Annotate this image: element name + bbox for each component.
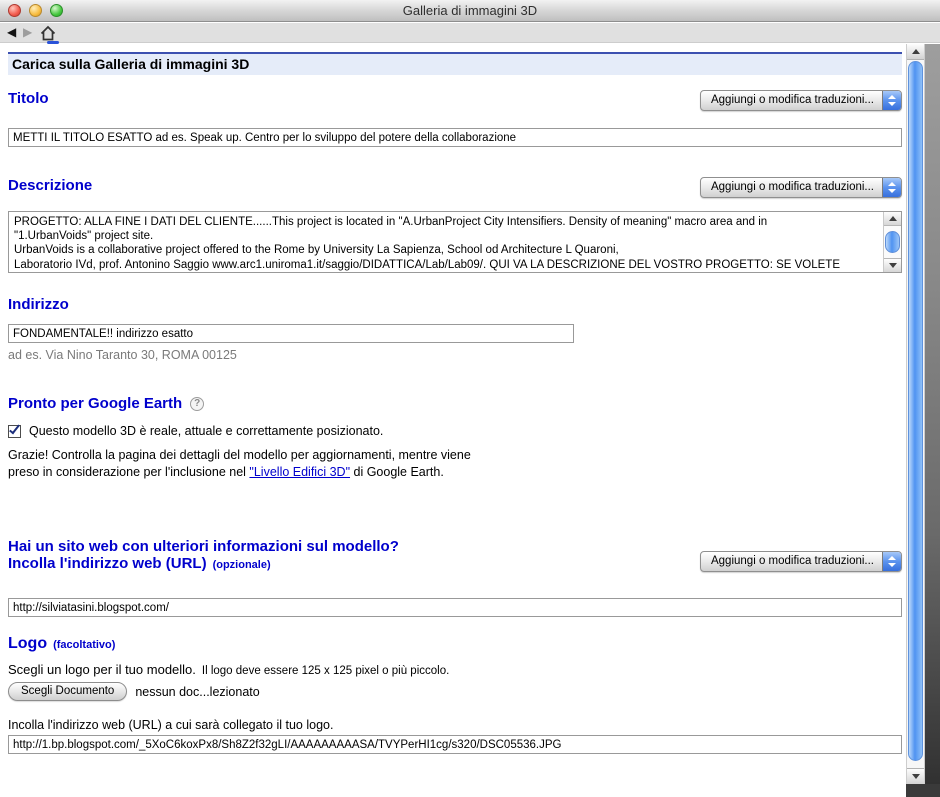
website-question-heading: Hai un sito web con ulteriori informazio…	[8, 538, 399, 555]
logo-choose-text: Scegli un logo per il tuo modello.	[8, 662, 196, 677]
description-textarea[interactable]: PROGETTO: ALLA FINE I DATI DEL CLIENTE..…	[8, 211, 902, 273]
buildings-layer-link[interactable]: "Livello Edifici 3D"	[249, 465, 350, 479]
scroll-down-icon[interactable]	[884, 258, 901, 272]
page-scrollbar[interactable]	[906, 44, 925, 784]
forward-icon: ▶	[23, 25, 32, 39]
page-content: Carica sulla Galleria di immagini 3D Tit…	[0, 44, 906, 797]
address-input[interactable]	[8, 324, 574, 343]
description-line: Laboratorio IVd, prof. Antonino Saggio w…	[14, 258, 875, 272]
google-earth-section-heading: Pronto per Google Earth	[8, 395, 182, 412]
choose-file-button[interactable]: Scegli Documento	[8, 682, 127, 701]
title-translations-dropdown[interactable]: Aggiungi o modifica traduzioni...	[700, 90, 902, 111]
window-bottom-corner	[906, 784, 940, 797]
website-optional-label: (opzionale)	[213, 559, 271, 571]
logo-size-hint: Il logo deve essere 125 x 125 pixel o pi…	[202, 665, 449, 677]
desktop-background-strip	[925, 44, 940, 797]
file-status-text: nessun doc...lezionato	[135, 685, 259, 699]
dropdown-arrows-icon	[882, 178, 901, 197]
real-model-checkbox-label: Questo modello 3D è reale, attuale e cor…	[29, 424, 383, 438]
address-example-hint: ad es. Via Nino Taranto 30, ROMA 00125	[8, 348, 902, 362]
description-translations-dropdown[interactable]: Aggiungi o modifica traduzioni...	[700, 177, 902, 198]
scroll-up-icon[interactable]	[907, 44, 924, 60]
minimize-button[interactable]	[29, 4, 42, 17]
website-translations-dropdown-label: Aggiungi o modifica traduzioni...	[701, 552, 882, 571]
dropdown-arrows-icon	[882, 552, 901, 571]
close-button[interactable]	[8, 4, 21, 17]
google-earth-thanks-text: Grazie! Controlla la pagina dei dettagli…	[8, 447, 480, 481]
logo-url-label: Incolla l'indirizzo web (URL) a cui sarà…	[8, 718, 902, 732]
real-model-checkbox[interactable]	[8, 425, 21, 438]
window-titlebar: Galleria di immagini 3D	[0, 0, 940, 22]
title-input[interactable]	[8, 128, 902, 147]
logo-section-heading: Logo	[8, 635, 47, 653]
description-scrollbar[interactable]	[883, 212, 901, 272]
scroll-up-icon[interactable]	[884, 212, 901, 226]
scroll-down-icon[interactable]	[907, 768, 924, 784]
back-icon[interactable]: ◀	[7, 25, 16, 39]
description-section-heading: Descrizione	[8, 177, 92, 194]
address-section-heading: Indirizzo	[8, 296, 902, 313]
logo-url-input[interactable]	[8, 735, 902, 754]
description-line: PROGETTO: ALLA FINE I DATI DEL CLIENTE..…	[14, 215, 875, 229]
title-section-heading: Titolo	[8, 90, 49, 107]
app-window: Galleria di immagini 3D ◀ ▶ Carica sulla…	[0, 0, 940, 797]
website-url-input[interactable]	[8, 598, 902, 617]
help-icon[interactable]: ?	[190, 397, 204, 411]
browser-toolbar: ◀ ▶	[0, 23, 940, 43]
website-translations-dropdown[interactable]: Aggiungi o modifica traduzioni...	[700, 551, 902, 572]
description-line: UrbanVoids is a collaborative project of…	[14, 243, 875, 257]
page-scrollbar-thumb[interactable]	[908, 61, 923, 761]
checkbox-check-icon	[9, 423, 20, 435]
description-line: "1.UrbanVoids" project site.	[14, 229, 875, 243]
window-title: Galleria di immagini 3D	[0, 0, 940, 21]
title-translations-dropdown-label: Aggiungi o modifica traduzioni...	[701, 91, 882, 110]
description-translations-dropdown-label: Aggiungi o modifica traduzioni...	[701, 178, 882, 197]
description-scrollbar-thumb[interactable]	[885, 231, 900, 253]
logo-optional-label: (facoltativo)	[53, 639, 115, 651]
thanks-text-after: di Google Earth.	[350, 465, 444, 479]
zoom-button[interactable]	[50, 4, 63, 17]
traffic-lights	[8, 4, 63, 17]
page-title: Carica sulla Galleria di immagini 3D	[8, 52, 902, 75]
website-url-heading: Incolla l'indirizzo web (URL)	[8, 555, 207, 572]
dropdown-arrows-icon	[882, 91, 901, 110]
